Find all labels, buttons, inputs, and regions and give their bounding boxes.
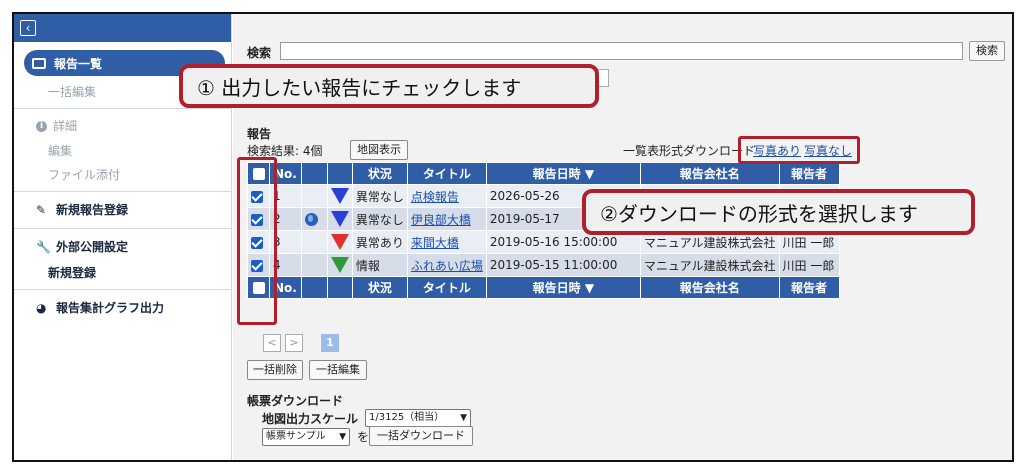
row-title-link[interactable]: ふれあい広場: [411, 259, 483, 273]
column-footer-icon: [326, 276, 353, 299]
column-footer: 状況: [351, 276, 408, 299]
particle-label: を: [357, 430, 370, 444]
sidebar-item-label: 外部公開設定: [56, 240, 129, 254]
sidebar-item-edit[interactable]: 編集: [14, 139, 231, 163]
row-title-link[interactable]: 点検報告: [411, 190, 459, 204]
pagination: < > 1: [263, 334, 339, 352]
row-public-cell: [300, 207, 328, 231]
bulk-edit-button[interactable]: 一括編集: [309, 360, 367, 380]
next-page-button[interactable]: >: [285, 334, 303, 352]
highlight-checkbox-column: [237, 157, 277, 325]
callout-step-2: ②ダウンロードの形式を選択します: [582, 189, 975, 235]
monitor-icon: [32, 57, 46, 69]
form-sample-value: 帳票サンプル: [266, 431, 326, 442]
page-number-current[interactable]: 1: [321, 334, 339, 352]
table-header-row: No. 状況 タイトル 報告日時 ▼ 報告会社名 報告者: [247, 162, 840, 185]
table-footer-row: No. 状況 タイトル 報告日時 ▼ 報告会社名 報告者: [247, 276, 840, 299]
table-row[interactable]: 4 情報 ふれあい広場 2019-05-15 11:00:00 マニュアル建設株…: [247, 253, 840, 277]
column-header[interactable]: 報告者: [778, 162, 840, 185]
row-title-cell: 伊良部大橋: [406, 207, 487, 231]
sidebar-item-label: 報告一覧: [54, 56, 103, 71]
row-company: マニュアル建設株式会社: [639, 253, 780, 277]
column-footer: 報告日時 ▼: [485, 276, 641, 299]
chevron-down-icon: ▼: [339, 432, 346, 442]
column-header[interactable]: 報告会社名: [639, 162, 780, 185]
sidebar-item-attach[interactable]: ファイル添付: [14, 163, 231, 187]
row-title-cell: 点検報告: [406, 184, 487, 208]
sidebar-item-graph-output[interactable]: ◕ 報告集計グラフ出力: [14, 294, 231, 322]
form-sample-select[interactable]: 帳票サンプル ▼: [262, 428, 350, 446]
column-footer: 報告者: [778, 276, 840, 299]
row-date: 2019-05-15 11:00:00: [485, 253, 641, 277]
map-scale-label: 地図出力スケール: [262, 412, 359, 426]
column-footer: 報告会社名: [639, 276, 780, 299]
row-status: 異常あり: [351, 230, 408, 254]
sidebar-item-new-register[interactable]: 新規登録: [14, 261, 231, 285]
divider: [14, 289, 231, 290]
green-triangle-icon: [330, 257, 349, 273]
sidebar-item-public-settings[interactable]: 🔧 外部公開設定: [14, 233, 231, 261]
sidebar-item-label: 報告集計グラフ出力: [56, 301, 165, 315]
forms-download-title: 帳票ダウンロード: [247, 394, 344, 408]
row-public-cell: [300, 184, 328, 208]
callout-step-1: ① 出力したい報告にチェックします: [179, 64, 599, 108]
bulk-delete-button[interactable]: 一括削除: [247, 360, 303, 380]
map-scale-value: 1/3125（相当）: [369, 412, 445, 423]
sidebar-item-new-report[interactable]: ✎ 新規報告登録: [14, 196, 231, 224]
section-title: 報告: [247, 127, 272, 141]
search-input[interactable]: [280, 42, 963, 60]
sidebar-item-label: 新規報告登録: [56, 203, 129, 217]
map-view-button[interactable]: 地図表示: [350, 140, 408, 160]
column-footer-public: [300, 276, 328, 299]
screenshot-frame: ‹ 報告一覧 一括編集 i 詳細 編集 ファイル添付 ✎ 新規報告登録 🔧 外部…: [12, 12, 1014, 462]
divider: [14, 191, 231, 192]
wrench-icon: 🔧: [36, 240, 51, 254]
map-scale-select[interactable]: 1/3125（相当） ▼: [365, 409, 471, 427]
row-title-cell: 来間大橋: [406, 230, 487, 254]
chevron-left-icon[interactable]: ‹: [20, 20, 36, 36]
prev-page-button[interactable]: <: [263, 334, 281, 352]
row-status-icon-cell: [326, 230, 353, 254]
blue-triangle-icon: [330, 188, 349, 204]
pencil-icon: ✎: [36, 203, 47, 217]
row-title-cell: ふれあい広場: [406, 253, 487, 277]
row-reporter: 川田 一郎: [778, 253, 840, 277]
column-header-icon: [326, 162, 353, 185]
row-status-icon-cell: [326, 207, 353, 231]
row-title-link[interactable]: 来間大橋: [411, 236, 459, 250]
download-label: 一覧表形式ダウンロード: [623, 144, 756, 158]
row-public-cell: [300, 253, 328, 277]
pie-chart-icon: ◕: [36, 301, 47, 315]
row-status-icon-cell: [326, 253, 353, 277]
red-triangle-icon: [330, 234, 349, 250]
bulk-download-button[interactable]: 一括ダウンロード: [369, 426, 473, 446]
row-status: 異常なし: [351, 207, 408, 231]
column-header[interactable]: 状況: [351, 162, 408, 185]
column-header-public: [300, 162, 328, 185]
sidebar-item-detail[interactable]: i 詳細: [14, 113, 231, 139]
sidebar-header: ‹: [14, 14, 231, 42]
row-status: 情報: [351, 253, 408, 277]
divider: [14, 108, 231, 109]
row-status: 異常なし: [351, 184, 408, 208]
row-public-cell: [300, 230, 328, 254]
blue-triangle-icon: [330, 211, 349, 227]
column-header[interactable]: タイトル: [406, 162, 487, 185]
divider: [14, 228, 231, 229]
search-label: 検索: [247, 46, 272, 60]
sidebar-item-label: 詳細: [53, 119, 78, 133]
column-header[interactable]: 報告日時 ▼: [485, 162, 641, 185]
globe-icon: [304, 213, 318, 226]
row-title-link[interactable]: 伊良部大橋: [411, 213, 471, 227]
chevron-down-icon: ▼: [460, 413, 467, 423]
search-button[interactable]: 検索: [969, 41, 1005, 61]
row-status-icon-cell: [326, 184, 353, 208]
highlight-download-links: [738, 136, 860, 164]
info-icon: i: [36, 120, 47, 132]
column-footer: タイトル: [406, 276, 487, 299]
